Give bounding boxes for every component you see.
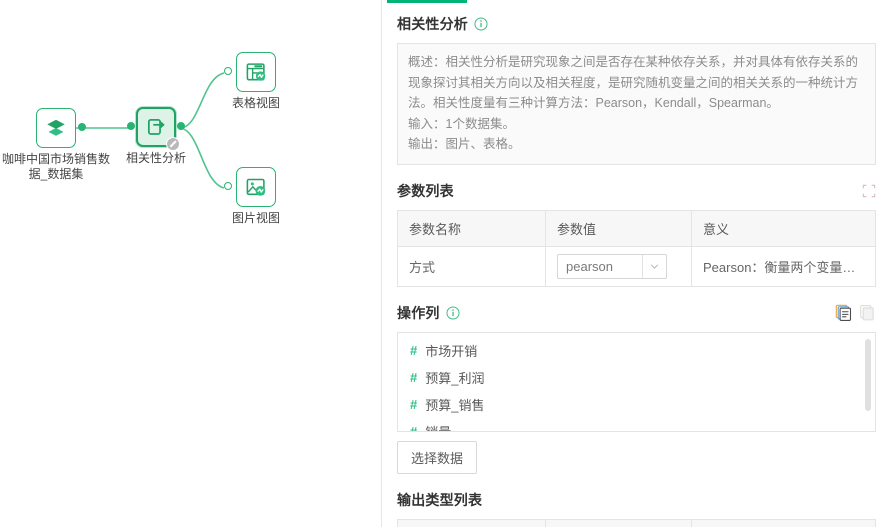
method-select-value: pearson [558,259,642,274]
node-table-view[interactable]: 表格视图 [233,52,279,111]
hash-icon: # [410,343,417,358]
operation-action-icons [835,304,876,321]
hash-icon: # [410,397,417,412]
list-item[interactable]: # 预算_利润 [398,364,875,391]
table-chart-icon [245,61,267,83]
active-tab-underline [387,0,467,3]
panel-title-row: 相关性分析 [397,14,876,34]
node-dataset[interactable]: 咖啡中国市场销售数据_数据集 [33,108,79,182]
node-dataset-box[interactable] [36,108,76,148]
description-box: 概述：相关性分析是研究现象之间是否存在某种依存关系，并对具体有依存关系的现象探讨… [397,43,876,165]
node-image-view-label: 图片视图 [232,211,280,226]
port-dataset-out[interactable] [78,123,86,131]
node-table-view-label: 表格视图 [232,96,280,111]
connection-edges [0,0,381,527]
panel-title: 相关性分析 [397,14,468,34]
list-scrollbar[interactable] [867,336,873,428]
port-table-view-in[interactable] [224,67,232,75]
description-input: 输入：1个数据集。 [408,114,865,135]
workflow-canvas[interactable]: 咖啡中国市场销售数据_数据集 相关性分析 [0,0,381,527]
info-circle-icon[interactable] [446,306,460,320]
list-item-label: 销量 [425,422,451,432]
list-scrollbar-thumb[interactable] [865,339,871,411]
fullscreen-expand-icon[interactable] [862,184,876,198]
port-correlation-out[interactable] [177,122,185,130]
list-item[interactable]: # 销量 [398,418,875,432]
hash-icon: # [410,370,417,385]
node-table-view-box[interactable] [236,52,276,92]
paste-icon-disabled [859,304,876,321]
output-section: 输出类型列表 名称 类型 意义 相关性分析 表格 以表格形式展示的相关 [397,490,876,527]
operation-section-title: 操作列 [397,303,440,323]
info-circle-icon[interactable] [474,17,488,31]
list-item[interactable]: # 预算_销售 [398,391,875,418]
image-chart-icon [245,176,267,198]
parameter-header-value: 参数值 [546,210,692,246]
node-image-view[interactable]: 图片视图 [233,167,279,226]
method-select[interactable]: pearson [557,254,667,279]
operation-section-title-group: 操作列 [397,303,460,323]
node-correlation-box[interactable] [136,107,176,147]
node-correlation-label: 相关性分析 [126,151,186,166]
select-data-button[interactable]: 选择数据 [397,441,477,474]
parameter-meaning-cell: Pearson：衡量两个变量线性相关性的强... [692,246,876,286]
parameter-section: 参数列表 参数名称 参数值 意义 [397,181,876,287]
list-item[interactable]: # 市场开销 [398,337,875,364]
description-output: 输出：图片、表格。 [408,134,865,155]
list-item-label: 市场开销 [425,341,477,360]
list-item-label: 预算_销售 [425,395,484,414]
parameter-header-meaning: 意义 [692,210,876,246]
copy-list-icon[interactable] [835,304,852,321]
operation-section-header: 操作列 [397,303,876,323]
layers-stack-icon [45,117,67,139]
output-header-type: 类型 [546,519,692,527]
transform-arrow-icon [145,116,167,138]
node-image-view-box[interactable] [236,167,276,207]
output-table-header-row: 名称 类型 意义 [398,519,876,527]
parameter-section-header: 参数列表 [397,181,876,201]
properties-panel: 相关性分析 概述：相关性分析是研究现象之间是否存在某种依存关系，并对具体有依存关… [381,0,892,527]
list-item-label: 预算_利润 [425,368,484,387]
output-section-title: 输出类型列表 [397,490,876,510]
parameter-section-title: 参数列表 [397,181,454,201]
node-dataset-label: 咖啡中国市场销售数据_数据集 [1,152,111,182]
parameter-table-header-row: 参数名称 参数值 意义 [398,210,876,246]
node-correlation-analysis[interactable]: 相关性分析 [133,107,179,166]
description-overview: 概述：相关性分析是研究现象之间是否存在某种依存关系，并对具体有依存关系的现象探讨… [408,52,865,114]
port-image-view-in[interactable] [224,182,232,190]
disabled-badge [166,137,180,151]
parameter-value-cell: pearson [546,246,692,286]
operation-column-list[interactable]: # 市场开销 # 预算_利润 # 预算_销售 # 销量 [397,332,876,432]
chevron-down-icon[interactable] [642,255,666,278]
operation-section: 操作列 [397,303,876,474]
output-header-name: 名称 [398,519,546,527]
hash-icon: # [410,424,417,432]
parameter-table: 参数名称 参数值 意义 方式 pearson [397,210,876,287]
output-header-meaning: 意义 [692,519,876,527]
app-root: 咖啡中国市场销售数据_数据集 相关性分析 [0,0,892,527]
output-table: 名称 类型 意义 相关性分析 表格 以表格形式展示的相关性矩阵 [397,519,876,527]
parameter-table-row: 方式 pearson [398,246,876,286]
parameter-header-name: 参数名称 [398,210,546,246]
port-correlation-in[interactable] [127,122,135,130]
parameter-name-cell: 方式 [398,246,546,286]
